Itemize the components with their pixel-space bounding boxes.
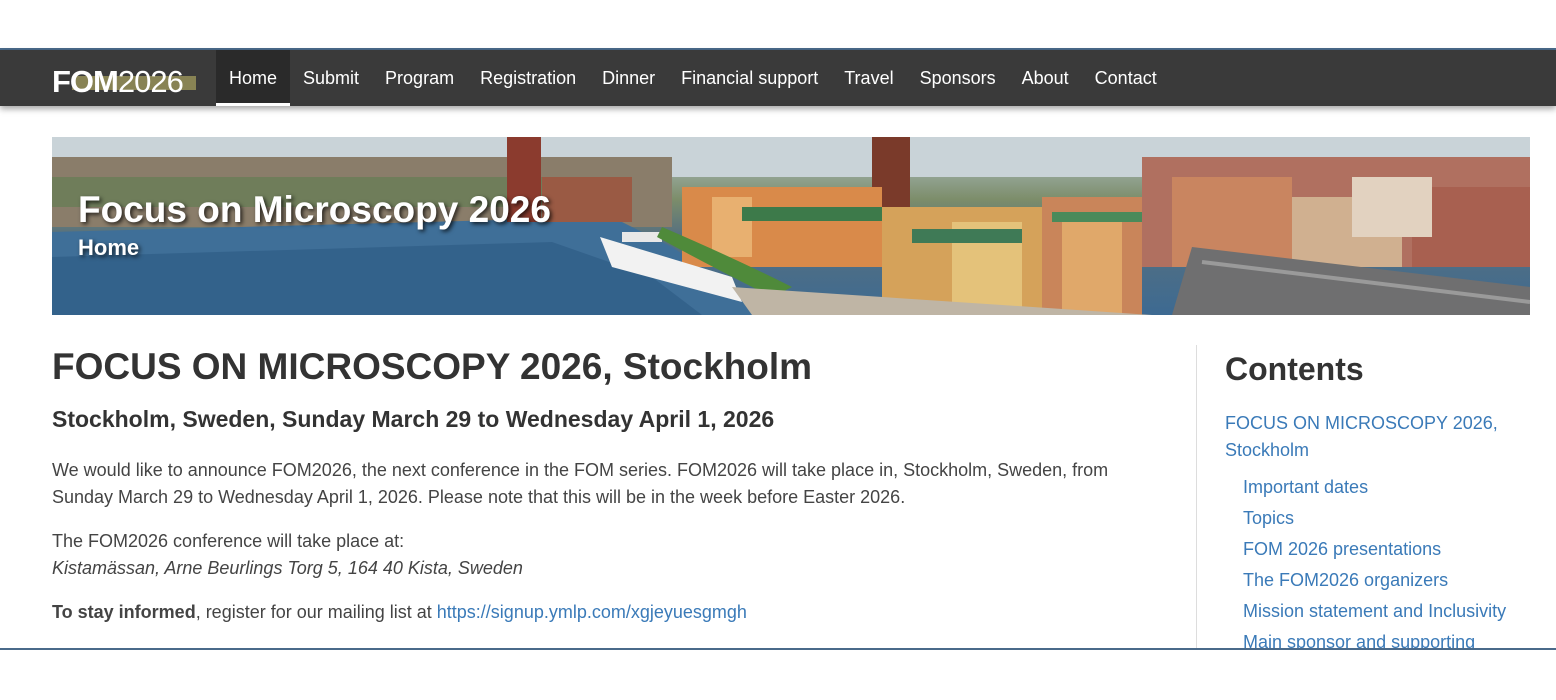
toc-presentations[interactable]: FOM 2026 presentations <box>1243 534 1535 565</box>
navbar: FOM2026 Home Submit Program Registration… <box>0 50 1556 106</box>
page-subtitle: Stockholm, Sweden, Sunday March 29 to We… <box>52 406 775 432</box>
toc-list: Important dates Topics FOM 2026 presenta… <box>1243 472 1535 658</box>
nav-submit[interactable]: Submit <box>290 50 372 106</box>
venue-label: The FOM2026 conference will take place a… <box>52 531 405 551</box>
stay-informed-label: To stay informed <box>52 602 196 622</box>
main-content: FOCUS ON MICROSCOPY 2026, Stockholm Stoc… <box>52 340 1162 626</box>
nav-travel[interactable]: Travel <box>831 50 906 106</box>
logo-text: FOM2026 <box>52 64 184 100</box>
logo-bold: FOM <box>52 64 119 99</box>
mailing-list-link[interactable]: https://signup.ymlp.com/xgjeyuesgmgh <box>437 602 747 622</box>
nav-menu: Home Submit Program Registration Dinner … <box>216 50 1170 106</box>
venue-paragraph: The FOM2026 conference will take place a… <box>52 528 1162 582</box>
intro-paragraph: We would like to announce FOM2026, the n… <box>52 460 1109 507</box>
mailing-paragraph: To stay informed, register for our maili… <box>52 599 1162 626</box>
toc-important-dates[interactable]: Important dates <box>1243 472 1535 503</box>
nav-about[interactable]: About <box>1009 50 1082 106</box>
toc-organizers[interactable]: The FOM2026 organizers <box>1243 565 1535 596</box>
nav-financial-support[interactable]: Financial support <box>668 50 831 106</box>
toc-main-link[interactable]: FOCUS ON MICROSCOPY 2026, Stockholm <box>1225 410 1535 464</box>
bottom-blank-area <box>0 650 1556 700</box>
logo-year: 2026 <box>117 64 184 99</box>
nav-sponsors[interactable]: Sponsors <box>907 50 1009 106</box>
nav-home[interactable]: Home <box>216 50 291 106</box>
nav-registration[interactable]: Registration <box>467 50 589 106</box>
nav-program[interactable]: Program <box>372 50 467 106</box>
nav-dinner[interactable]: Dinner <box>589 50 668 106</box>
sidebar-divider <box>1196 345 1197 650</box>
hero-banner: Focus on Microscopy 2026 Home <box>52 137 1530 315</box>
hero-title: Focus on Microscopy 2026 <box>78 189 551 230</box>
contents-heading: Contents <box>1225 351 1364 387</box>
fom-logo[interactable]: FOM2026 <box>52 60 202 99</box>
venue-address: Kistamässan, Arne Beurlings Torg 5, 164 … <box>52 558 523 578</box>
hero-subtitle: Home <box>78 235 140 260</box>
nav-contact[interactable]: Contact <box>1082 50 1170 106</box>
page-title: FOCUS ON MICROSCOPY 2026, Stockholm <box>52 346 813 387</box>
toc-mission-statement[interactable]: Mission statement and Inclusivity <box>1243 596 1535 627</box>
stay-informed-text: , register for our mailing list at <box>195 602 437 622</box>
toc-topics[interactable]: Topics <box>1243 503 1535 534</box>
sidebar-contents: Contents FOCUS ON MICROSCOPY 2026, Stock… <box>1225 345 1535 658</box>
